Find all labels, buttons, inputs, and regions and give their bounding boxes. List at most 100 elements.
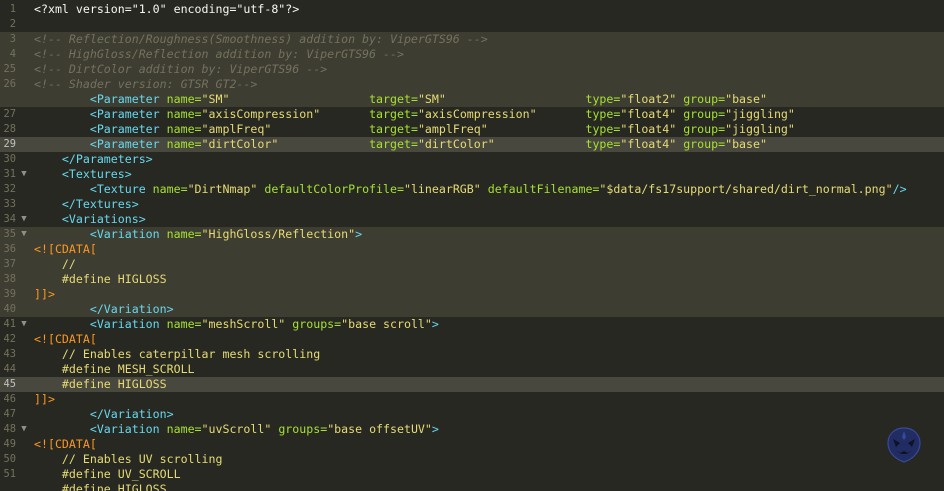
code-text: <Parameter name="axisCompression" target… xyxy=(34,107,795,122)
syntax-token-pre: // Enables caterpillar mesh scrolling xyxy=(34,347,321,361)
code-line[interactable]: 45 #define HIGLOSS xyxy=(0,377,944,392)
syntax-token-text xyxy=(34,122,90,136)
syntax-token-attr: target= xyxy=(369,137,418,151)
code-line[interactable]: 49 <![CDATA[ xyxy=(0,437,944,452)
code-line[interactable]: 48 ▼ <Variation name="uvScroll" groups="b… xyxy=(0,422,944,437)
syntax-token-str: "float4" xyxy=(620,122,684,136)
syntax-token-tag: </Variation> xyxy=(89,407,174,421)
code-editor[interactable]: 1 <?xml version="1.0" encoding="utf-8"?> 2… xyxy=(0,0,944,491)
code-line[interactable]: <Parameter name="SM" target="SM" type="f… xyxy=(0,92,944,107)
syntax-token-text xyxy=(34,407,90,421)
code-line[interactable]: 38 #define HIGLOSS xyxy=(0,272,944,287)
syntax-token-comment: <!-- HighGloss/Reflection addition by: V… xyxy=(34,47,404,61)
syntax-token-attr: defaultColorProfile= xyxy=(264,182,404,196)
code-line[interactable]: 2 xyxy=(0,17,944,32)
syntax-token-str: "SM" xyxy=(201,92,370,106)
syntax-token-pre: // Enables UV scrolling xyxy=(34,452,223,466)
code-line[interactable]: 44 #define MESH_SCROLL xyxy=(0,362,944,377)
code-line[interactable]: 1 <?xml version="1.0" encoding="utf-8"?> xyxy=(0,2,944,17)
line-number: 29 xyxy=(3,138,16,150)
line-number: 28 xyxy=(3,123,16,135)
syntax-token-tag: <Variations> xyxy=(61,212,146,226)
code-line[interactable]: 3 <!-- Reflection/Roughness(Smoothness) a… xyxy=(0,32,944,47)
line-number: 48 xyxy=(3,423,16,435)
code-line[interactable]: 46]]> xyxy=(0,392,944,407)
syntax-token-tag: <Texture xyxy=(89,182,153,196)
fold-arrow-icon[interactable]: ▼ xyxy=(19,422,29,437)
code-line[interactable]: 40 </Variation> xyxy=(0,302,944,317)
fold-arrow-icon[interactable]: ▼ xyxy=(19,317,29,332)
syntax-token-attr: groups= xyxy=(278,422,328,436)
code-line[interactable]: 35 ▼ <Variation name="HighGloss/Reflectio… xyxy=(0,227,944,242)
line-number: 27 xyxy=(3,108,16,120)
line-number: 40 xyxy=(3,303,16,315)
code-line[interactable]: 36 <![CDATA[ xyxy=(0,242,944,257)
code-line[interactable]: 41 ▼ <Variation name="meshScroll" groups=… xyxy=(0,317,944,332)
syntax-token-text: <?xml version="1.0" encoding="utf-8"?> xyxy=(34,2,300,16)
code-line[interactable]: 39]]> xyxy=(0,287,944,302)
code-line[interactable]: 51 #define UV_SCROLL xyxy=(0,467,944,482)
syntax-token-attr: name= xyxy=(166,227,202,241)
syntax-token-str: "dirtColor" xyxy=(201,137,370,151)
code-line[interactable]: 26 <!-- Shader version: GTSR GT2--> xyxy=(0,77,944,92)
code-text: <!-- HighGloss/Reflection addition by: V… xyxy=(34,47,404,62)
line-number: 49 xyxy=(3,438,16,450)
syntax-token-text xyxy=(34,317,90,331)
syntax-token-str: "amplFreq" xyxy=(417,122,586,136)
viper-snake-logo-icon xyxy=(887,427,921,463)
syntax-token-str: "float2" xyxy=(620,92,684,106)
syntax-token-text xyxy=(34,167,62,181)
code-line[interactable]: 28 <Parameter name="amplFreq" target="am… xyxy=(0,122,944,137)
code-line[interactable]: 43 // Enables caterpillar mesh scrolling xyxy=(0,347,944,362)
code-line[interactable]: 4 <!-- HighGloss/Reflection addition by: … xyxy=(0,47,944,62)
line-number: 51 xyxy=(3,468,16,480)
code-text: #define HIGLOSS xyxy=(34,377,167,392)
line-number: 42 xyxy=(3,333,16,345)
syntax-token-attr: groups= xyxy=(292,317,342,331)
line-number: 1 xyxy=(9,3,16,15)
code-text: <Variation name="uvScroll" groups="base … xyxy=(34,422,439,437)
code-text: <!-- Reflection/Roughness(Smoothness) ad… xyxy=(34,32,488,47)
syntax-token-attr: name= xyxy=(166,92,202,106)
syntax-token-str: "jiggling" xyxy=(725,107,795,121)
code-line[interactable]: 37 // xyxy=(0,257,944,272)
syntax-token-text xyxy=(34,137,90,151)
syntax-token-pre: // xyxy=(34,257,76,271)
fold-arrow-icon[interactable]: ▼ xyxy=(19,167,29,182)
code-line[interactable]: 42 <![CDATA[ xyxy=(0,332,944,347)
syntax-token-comment: <!-- Reflection/Roughness(Smoothness) ad… xyxy=(34,32,488,46)
fold-arrow-icon[interactable]: ▼ xyxy=(19,212,29,227)
code-line[interactable]: 47 </Variation> xyxy=(0,407,944,422)
line-number: 45 xyxy=(3,378,16,390)
syntax-token-pre: #define HIGLOSS xyxy=(34,482,167,491)
code-line[interactable]: 25 <!-- DirtColor addition by: ViperGTS96… xyxy=(0,62,944,77)
code-line[interactable]: 33 </Textures> xyxy=(0,197,944,212)
syntax-token-str: "base" xyxy=(725,92,767,106)
line-number: 2 xyxy=(9,18,16,30)
syntax-token-str: "HighGloss/Reflection" xyxy=(201,227,356,241)
code-line[interactable]: 32 <Texture name="DirtNmap" defaultColor… xyxy=(0,182,944,197)
syntax-token-attr: target= xyxy=(369,122,418,136)
code-text: // Enables caterpillar mesh scrolling xyxy=(34,347,320,362)
code-line[interactable]: 50 // Enables UV scrolling xyxy=(0,452,944,467)
line-number: 41 xyxy=(3,318,16,330)
syntax-token-tag: <Variation xyxy=(89,317,167,331)
syntax-token-str: "base offsetUV" xyxy=(327,422,432,436)
line-number: 36 xyxy=(3,243,16,255)
code-lines: 1 <?xml version="1.0" encoding="utf-8"?> 2… xyxy=(0,2,944,491)
code-text: #define MESH_SCROLL xyxy=(34,362,195,377)
line-number: 26 xyxy=(3,78,16,90)
code-line[interactable]: 31 ▼ <Textures> xyxy=(0,167,944,182)
code-line[interactable]: 34 ▼ <Variations> xyxy=(0,212,944,227)
code-line[interactable]: 30 </Parameters> xyxy=(0,152,944,167)
code-text: <![CDATA[ xyxy=(34,332,97,347)
code-line[interactable]: #define HIGLOSS xyxy=(0,482,944,491)
code-text: // xyxy=(34,257,76,272)
syntax-token-attr: defaultFilename= xyxy=(487,182,600,196)
fold-arrow-icon[interactable]: ▼ xyxy=(19,227,29,242)
code-line[interactable]: 29 <Parameter name="dirtColor" target="d… xyxy=(0,137,944,152)
syntax-token-attr: name= xyxy=(166,107,202,121)
code-line[interactable]: 27 <Parameter name="axisCompression" tar… xyxy=(0,107,944,122)
syntax-token-tag: > xyxy=(431,422,439,436)
syntax-token-str: "float4" xyxy=(620,137,684,151)
